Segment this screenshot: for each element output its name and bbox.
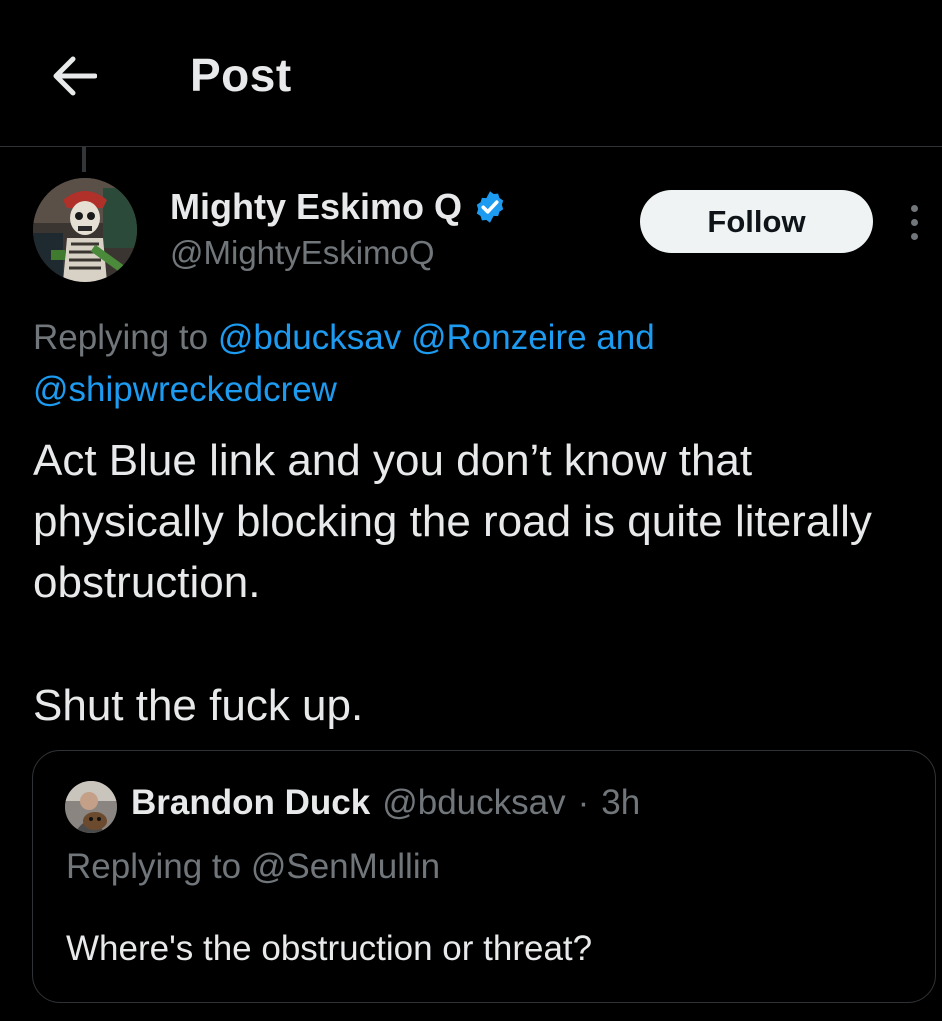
replying-prefix: Replying to bbox=[33, 318, 209, 357]
separator-dot: · bbox=[577, 783, 590, 822]
quoted-post-text: Where's the obstruction or threat? bbox=[66, 929, 593, 968]
quoted-replying-to-line: Replying to @SenMullin bbox=[66, 847, 440, 887]
post-text: Act Blue link and you don’t know that ph… bbox=[33, 436, 872, 607]
more-vertical-icon[interactable] bbox=[900, 200, 928, 244]
mention-link[interactable]: @bducksav bbox=[218, 318, 401, 357]
skeleton-avatar-image bbox=[33, 178, 137, 282]
quoted-author-avatar bbox=[65, 781, 117, 833]
replying-prefix: Replying to bbox=[66, 847, 242, 886]
verified-badge-icon bbox=[476, 191, 504, 223]
more-dot bbox=[910, 232, 918, 240]
mention-link[interactable]: @shipwreckedcrew bbox=[33, 370, 337, 409]
quoted-mention: @SenMullin bbox=[250, 847, 441, 886]
author-name-text: Mighty Eskimo Q bbox=[170, 186, 463, 227]
author-name[interactable]: Mighty Eskimo Q bbox=[170, 186, 508, 228]
follow-button[interactable]: Follow bbox=[640, 190, 873, 253]
quoted-author-name: Brandon Duck bbox=[131, 783, 371, 822]
quoted-post-header: Brandon Duck @bducksav · 3h bbox=[131, 783, 640, 823]
more-dot bbox=[910, 204, 918, 212]
post-text-second-paragraph: Shut the fuck up. bbox=[33, 681, 364, 730]
quoted-post-card[interactable]: Brandon Duck @bducksav · 3h Replying to … bbox=[32, 750, 936, 1003]
page-title: Post bbox=[190, 49, 292, 101]
author-avatar[interactable] bbox=[33, 178, 137, 282]
author-handle[interactable]: @MightyEskimoQ bbox=[170, 234, 435, 272]
post-timestamp: 3h bbox=[601, 783, 641, 822]
quoted-author-handle: @bducksav bbox=[382, 783, 566, 822]
mention-and-link[interactable]: and bbox=[596, 318, 654, 357]
arrow-left-icon bbox=[53, 56, 97, 96]
more-dot bbox=[910, 218, 918, 226]
back-button[interactable] bbox=[44, 46, 104, 106]
photo-avatar-image bbox=[65, 781, 117, 833]
post-page: Post Mighty Eskimo Q @MightyEskimoQ Foll… bbox=[0, 0, 942, 1021]
top-bar: Post bbox=[0, 0, 942, 147]
thread-connector bbox=[82, 147, 86, 172]
replying-to-line: Replying to @bducksav @Ronzeire and @shi… bbox=[33, 312, 913, 416]
mention-link[interactable]: @Ronzeire bbox=[411, 318, 587, 357]
